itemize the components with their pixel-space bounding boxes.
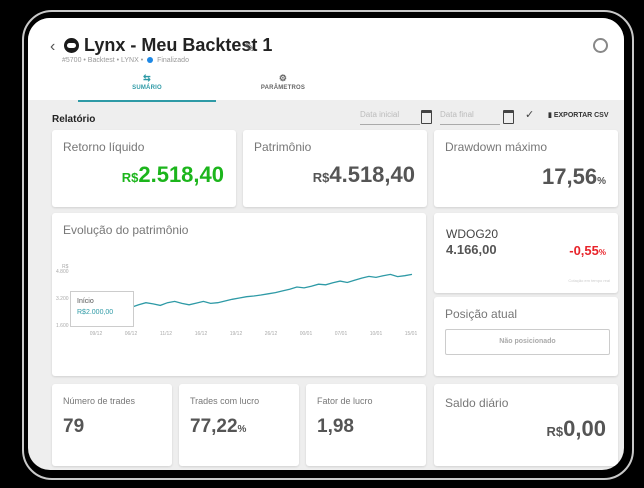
equity-label: Patrimônio: [254, 140, 312, 154]
chart-tooltip: Início R$2.000,00: [70, 291, 134, 327]
net-return-label: Retorno líquido: [63, 140, 145, 154]
file-icon: ▮: [548, 112, 552, 119]
calendar-icon[interactable]: [503, 110, 514, 124]
backtest-meta: #5700 • Backtest • LYNX • Finalizado: [62, 57, 189, 64]
num-trades-label: Número de trades: [63, 396, 136, 406]
y-tick-label: 4.800: [56, 269, 69, 275]
not-positioned-button[interactable]: Não posicionado: [445, 329, 610, 355]
num-trades-card: Número de trades 79: [52, 384, 172, 466]
swap-icon: ⇆: [143, 73, 151, 83]
net-return-value: R$2.518,40: [122, 162, 224, 188]
x-tick-label: 11/12: [160, 331, 172, 337]
end-date-input[interactable]: Data final: [440, 110, 500, 125]
y-tick-label: 1.600: [56, 323, 69, 329]
start-date-input[interactable]: Data inicial: [360, 110, 420, 125]
app-screen: ‹ Lynx - Meu Backtest 1 ✎ #5700 • Backte…: [28, 18, 624, 470]
equity-amount: 4.518,40: [329, 162, 415, 187]
profit-factor-label: Fator de lucro: [317, 396, 373, 406]
x-tick-label: 10/01: [370, 331, 383, 337]
currency: R$: [546, 424, 564, 439]
tooltip-value: R$2.000,00: [77, 309, 114, 316]
x-tick-label: 09/12: [90, 331, 103, 337]
max-drawdown-value: 17,56%: [542, 164, 606, 190]
x-tick-label: 06/12: [125, 331, 138, 337]
tab-parameters-label: PARÂMETROS: [260, 85, 306, 91]
asset-symbol: WDOG20: [446, 227, 499, 241]
percent-unit: %: [597, 176, 606, 187]
top-bar: ‹ Lynx - Meu Backtest 1 ✎ #5700 • Backte…: [28, 18, 624, 102]
asset-price: 4.166,00: [446, 242, 497, 257]
x-tick-label: 00/01: [300, 331, 313, 337]
daily-balance-value: R$0,00: [547, 416, 606, 442]
asset-quote-card: WDOG20 4.166,00 -0,55% Cotação em tempo …: [434, 213, 618, 293]
max-drawdown-label: Drawdown máximo: [445, 140, 548, 154]
num-trades-value: 79: [63, 416, 85, 437]
tab-parameters[interactable]: ⚙ PARÂMETROS: [214, 74, 352, 100]
status-dot-icon: [147, 57, 154, 64]
export-csv-button[interactable]: ▮ EXPORTAR CSV: [548, 111, 609, 119]
x-tick-label: 26/12: [265, 331, 278, 337]
net-return-card: Retorno líquido R$2.518,40: [52, 130, 236, 207]
x-tick-label: 07/01: [335, 331, 348, 337]
currency: R$: [312, 170, 330, 185]
tooltip-label: Início: [77, 298, 94, 305]
asset-change-value: -0,55: [569, 243, 599, 258]
percent-unit: %: [237, 424, 247, 435]
winning-trades-value: 77,22%: [190, 416, 246, 438]
equity-value: R$4.518,40: [313, 162, 415, 188]
back-icon[interactable]: ‹: [50, 38, 55, 56]
daily-balance-card: Saldo diário R$0,00: [434, 384, 618, 466]
tab-summary[interactable]: ⇆ SUMÁRIO: [78, 74, 216, 102]
daily-balance-amount: 0,00: [563, 416, 606, 441]
export-csv-label: EXPORTAR CSV: [553, 112, 609, 119]
current-position-card: Posição atual Não posicionado: [434, 297, 618, 376]
percent-unit: %: [598, 248, 606, 257]
winning-trades-label: Trades com lucro: [190, 396, 260, 406]
net-return-amount: 2.518,40: [138, 162, 224, 187]
max-drawdown-card: Drawdown máximo 17,56%: [434, 130, 618, 207]
profit-factor-value: 1,98: [317, 416, 354, 437]
currency: R$: [121, 170, 139, 185]
quote-note: Cotação em tempo real: [568, 278, 610, 283]
x-tick-label: 16/12: [195, 331, 208, 337]
profit-factor-card: Fator de lucro 1,98: [306, 384, 426, 466]
equity-chart-card: Evolução do patrimônio R$ 4.800 3.200 1.600…: [52, 213, 426, 376]
meta-text: #5700 • Backtest • LYNX •: [62, 57, 144, 64]
daily-balance-label: Saldo diário: [445, 396, 509, 410]
edit-icon[interactable]: ✎: [244, 40, 255, 56]
x-tick-label: 15/01: [405, 331, 418, 337]
lynx-logo-icon: [64, 38, 79, 53]
equity-card: Patrimônio R$4.518,40: [243, 130, 427, 207]
calendar-icon[interactable]: [421, 110, 432, 124]
winning-trades-amount: 77,22: [190, 416, 238, 437]
max-drawdown-amount: 17,56: [542, 164, 598, 189]
settings-icon: ⚙: [278, 73, 288, 83]
position-label: Posição atual: [445, 307, 518, 321]
y-tick-label: 3.200: [56, 296, 69, 302]
winning-trades-card: Trades com lucro 77,22%: [179, 384, 299, 466]
status-label: Finalizado: [157, 57, 189, 64]
asset-change: -0,55%: [569, 242, 606, 260]
check-icon[interactable]: ✓: [525, 108, 534, 121]
x-tick-label: 19/12: [230, 331, 243, 337]
report-title: Relatório: [52, 114, 96, 125]
tab-summary-label: SUMÁRIO: [132, 85, 162, 91]
user-icon[interactable]: [593, 38, 608, 53]
